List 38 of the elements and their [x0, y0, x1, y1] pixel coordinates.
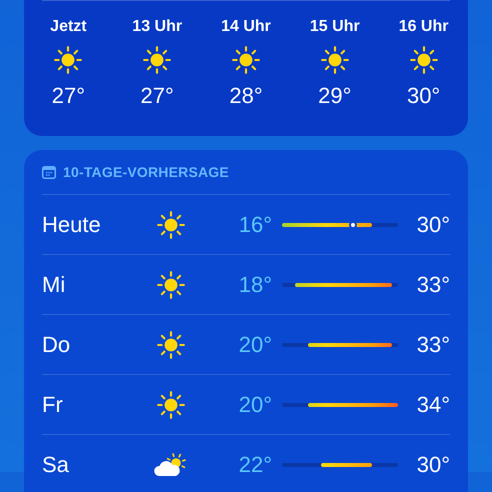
temperature-range-fill: [320, 462, 372, 466]
high-temperature: 34°: [416, 391, 450, 419]
high-temperature: 30°: [416, 451, 450, 479]
section-title: 10-TAGE-VORHERSAGE: [63, 163, 229, 182]
hour-temperature: 30°: [406, 82, 440, 110]
high-temperature: 30°: [416, 211, 450, 239]
sun-icon: [157, 270, 185, 298]
high-temperature: 33°: [416, 331, 450, 359]
low-temperature: 20°: [238, 391, 272, 419]
day-label: Mi: [42, 271, 66, 299]
low-temperature: 20°: [238, 331, 272, 359]
low-temperature: 22°: [238, 451, 272, 479]
low-temperature: 18°: [238, 271, 272, 299]
day-label: Do: [42, 331, 72, 359]
sun-icon: [143, 46, 172, 74]
day-label: Heute: [42, 211, 102, 239]
low-temperature: 16°: [238, 211, 272, 239]
sun-icon: [410, 46, 438, 74]
partly-cloudy-icon: [154, 452, 188, 478]
day-label: Sa: [42, 451, 70, 479]
hour-label: 13 Uhr: [132, 17, 182, 37]
sun-icon: [232, 46, 260, 74]
hour-temperature: 28°: [229, 82, 263, 110]
hour-temperature: 27°: [52, 82, 86, 110]
sun-icon: [157, 390, 185, 418]
hour-temperature: 27°: [140, 82, 174, 110]
sun-icon: [54, 46, 82, 74]
hour-label: 15 Uhr: [310, 17, 360, 37]
sun-icon: [320, 46, 349, 74]
hour-label: 16 Uhr: [398, 17, 448, 37]
sun-icon: [157, 330, 185, 358]
hour-label: 14 Uhr: [221, 17, 271, 37]
hour-label: Jetzt: [50, 17, 87, 37]
hour-temperature: 29°: [318, 82, 352, 110]
high-temperature: 33°: [416, 271, 450, 299]
day-label: Fr: [42, 391, 64, 419]
sun-icon: [157, 210, 185, 238]
calendar-icon: [42, 166, 56, 179]
